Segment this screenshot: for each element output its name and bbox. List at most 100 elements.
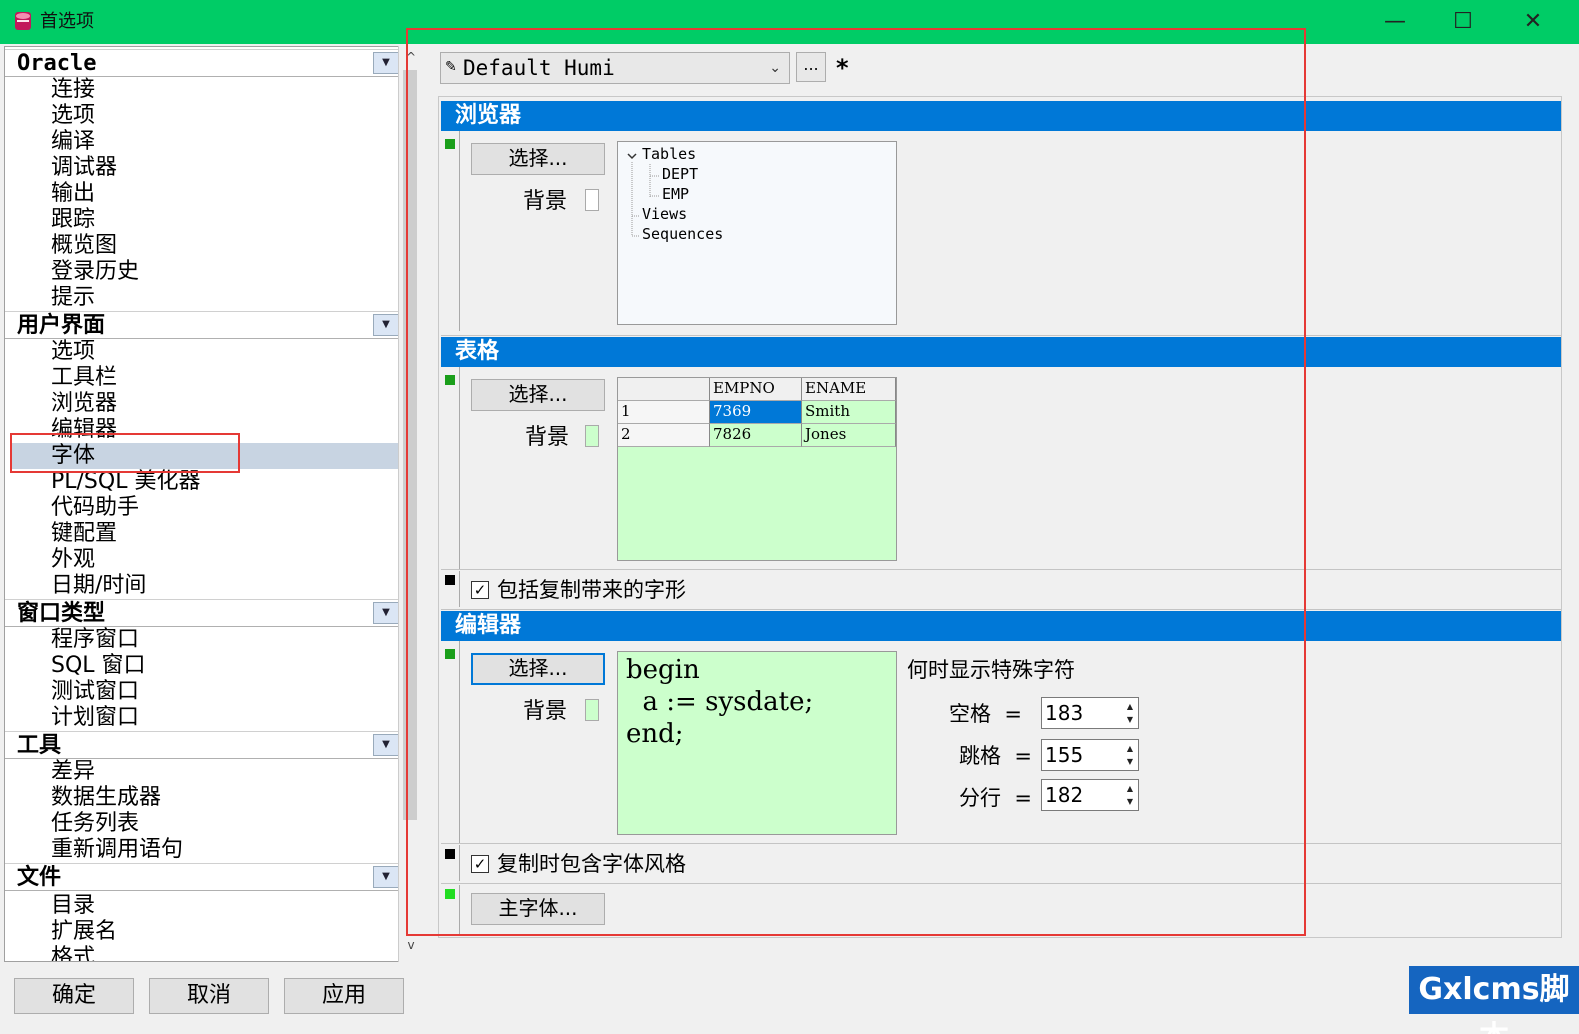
grid-cell: 7826 [710,424,802,447]
tree-item[interactable]: 扩展名 [51,919,117,945]
tree-item[interactable]: 程序窗口 [51,627,139,653]
tree-item[interactable]: 计划窗口 [51,705,139,731]
category-oracle[interactable]: Oracle ▼ [5,49,399,77]
tree-item[interactable]: 连接 [51,77,95,103]
preview-dept: DEPT [662,165,699,183]
apply-button[interactable]: 应用 [284,978,404,1014]
tree-item[interactable]: 目录 [51,893,95,919]
tree-item[interactable]: 测试窗口 [51,679,139,705]
tree-item[interactable]: 登录历史 [51,259,139,285]
tree-item[interactable]: 选项 [51,339,95,365]
editor-status-indicator [445,649,455,659]
tree-item[interactable]: 跟踪 [51,207,95,233]
code-line: a := sysdate; [626,687,814,717]
tree-item[interactable]: 概览图 [51,233,117,259]
spin-arrows-icon[interactable]: ▲ ▼ [1124,782,1136,808]
editor-background-label: 背景 [523,699,568,724]
grid-header-cell: ENAME [802,378,896,401]
collapse-icon[interactable]: ▼ [373,734,399,756]
cancel-button[interactable]: 取消 [149,978,269,1014]
collapse-icon[interactable]: ▼ [373,314,399,336]
grid-select-font-button[interactable]: 选择... [471,379,605,411]
grid-preview: EMPNO ENAME 1 7369 Smith 2 7826 Jones [617,377,897,561]
minimize-button[interactable]: — [1360,0,1430,44]
browser-background-label: 背景 [523,189,568,214]
watermark-logo: Gxlcms脚本 [1409,966,1579,1034]
tree-item[interactable]: 日期/时间 [51,573,146,599]
browser-background-swatch[interactable] [585,189,599,211]
browser-preview: Tables DEPT EMP Views Sequences [617,141,897,325]
code-line: begin [626,655,700,685]
collapse-icon[interactable]: ▼ [373,52,399,74]
space-char-stepper[interactable]: 183 ▲ ▼ [1041,697,1139,729]
scroll-down-icon[interactable]: v [403,938,419,954]
grid-cell: 2 [618,424,710,447]
divider [459,131,460,331]
tree-item[interactable]: 任务列表 [51,811,139,837]
tree-item[interactable]: 格式 [51,945,95,961]
preview-emp: EMP [662,185,690,203]
browser-section-header: 浏览器 [441,101,1561,131]
grid-cell: Smith [802,401,896,424]
tree-item[interactable]: 浏览器 [51,391,117,417]
copy-font-style-checkbox[interactable]: ✓ [471,855,489,873]
preset-value: Default Humi [463,56,615,80]
preferences-tree: Oracle ▼ 连接 选项 编译 调试器 输出 跟踪 概览图 登录历史 提示 … [4,46,424,962]
category-label: 文件 [17,865,62,890]
chevron-down-icon[interactable]: ⌄ [769,57,781,79]
tab-label: 跳格 = [959,744,1032,768]
tree-item[interactable]: 差异 [51,759,95,785]
category-label: 工具 [17,733,62,758]
browser-select-font-button[interactable]: 选择... [471,143,605,175]
category-tools[interactable]: 工具 ▼ [5,731,399,759]
grid-status-indicator [445,375,455,385]
newline-char-stepper[interactable]: 182 ▲ ▼ [1041,779,1139,811]
tree-item[interactable]: 键配置 [51,521,117,547]
divider [441,843,1561,844]
tree-item[interactable]: 输出 [51,181,95,207]
tree-item[interactable]: 代码助手 [51,495,139,521]
grid-background-label: 背景 [525,425,570,450]
tree-item[interactable]: 重新调用语句 [51,837,183,863]
editor-background-swatch[interactable] [585,699,599,721]
category-files[interactable]: 文件 ▼ [5,863,399,891]
grid-cell: Jones [802,424,896,447]
font-preset-select[interactable]: ✎ Default Humi ⌄ [440,52,790,84]
close-button[interactable]: ✕ [1498,0,1568,44]
ok-button[interactable]: 确定 [14,978,134,1014]
preset-more-button[interactable]: ... [796,52,826,82]
main-font-button[interactable]: 主字体... [471,893,605,925]
tree-scrollbar[interactable]: ^ v [398,46,424,962]
divider [459,885,460,935]
editor-select-font-button[interactable]: 选择... [471,653,605,685]
tree-item[interactable]: 提示 [51,285,95,311]
grid-header-cell [618,378,710,401]
copy-glyphs-indicator [445,575,455,585]
spin-arrows-icon[interactable]: ▲ ▼ [1124,742,1136,768]
maximize-button[interactable]: ☐ [1428,0,1498,44]
grid-section-header: 表格 [441,337,1561,367]
scroll-up-icon[interactable]: ^ [403,50,419,66]
tree-item[interactable]: 选项 [51,103,95,129]
tree-item[interactable]: SQL 窗口 [51,653,146,679]
scroll-thumb[interactable] [403,70,417,820]
copy-font-style-label: 复制时包含字体风格 [497,852,686,876]
category-window-types[interactable]: 窗口类型 ▼ [5,599,399,627]
spin-arrows-icon[interactable]: ▲ ▼ [1124,700,1136,726]
tree-item[interactable]: 外观 [51,547,95,573]
category-user-interface[interactable]: 用户界面 ▼ [5,311,399,339]
divider [441,335,1561,336]
editor-preview: begin a := sysdate; end; [617,651,897,835]
tree-item[interactable]: 编译 [51,129,95,155]
selection-annotation-box [10,433,240,473]
copy-glyphs-checkbox[interactable]: ✓ [471,581,489,599]
tab-char-stepper[interactable]: 155 ▲ ▼ [1041,739,1139,771]
window-title: 首选项 [40,11,94,32]
tree-item[interactable]: 工具栏 [51,365,117,391]
collapse-icon[interactable]: ▼ [373,866,399,888]
divider [459,571,460,607]
tree-item[interactable]: 数据生成器 [51,785,161,811]
tree-item[interactable]: 调试器 [51,155,117,181]
grid-background-swatch[interactable] [585,425,599,447]
collapse-icon[interactable]: ▼ [373,602,399,624]
